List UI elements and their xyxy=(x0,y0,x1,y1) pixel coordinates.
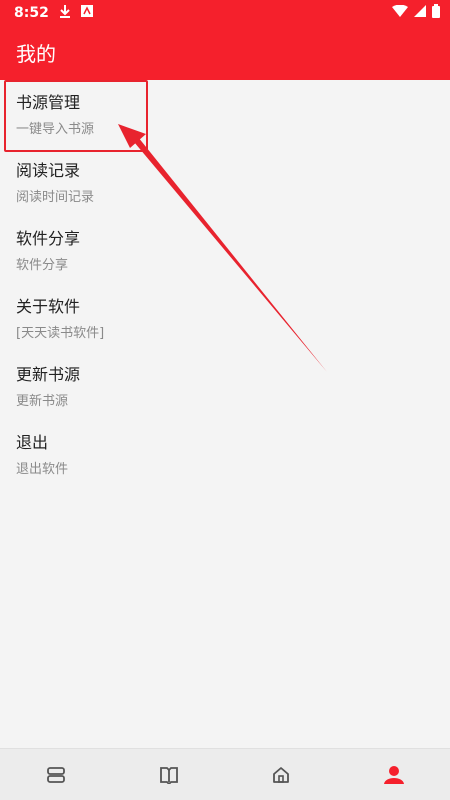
menu-item-subtitle: 阅读时间记录 xyxy=(16,190,95,205)
signal-icon xyxy=(414,5,426,21)
nav-book-button[interactable] xyxy=(139,749,199,800)
menu-item-title: 书源管理 xyxy=(16,93,81,112)
menu-item-share-app[interactable]: 软件分享 软件分享 xyxy=(0,216,450,284)
status-bar: 8:52 xyxy=(0,0,450,26)
menu-item-exit[interactable]: 退出 退出软件 xyxy=(0,420,450,488)
bottom-navigation xyxy=(0,748,450,800)
menu-item-subtitle: 退出软件 xyxy=(16,462,69,477)
shelf-icon xyxy=(47,766,66,783)
profile-icon xyxy=(383,765,404,784)
menu-item-title: 更新书源 xyxy=(16,365,81,384)
app-notification-icon xyxy=(80,5,93,21)
menu-item-title: 软件分享 xyxy=(16,229,81,248)
nav-home-button[interactable] xyxy=(251,749,311,800)
menu-item-about[interactable]: 关于软件 [天天读书软件] xyxy=(0,284,450,352)
menu-list: 书源管理 一键导入书源 阅读记录 阅读时间记录 软件分享 软件分享 关于软件 [… xyxy=(0,80,450,488)
menu-item-source-management[interactable]: 书源管理 一键导入书源 xyxy=(0,80,450,148)
page-title: 我的 xyxy=(16,42,56,66)
app-bar: 8:52 我的 xyxy=(0,0,450,80)
menu-item-update-source[interactable]: 更新书源 更新书源 xyxy=(0,352,450,420)
battery-icon xyxy=(432,4,440,22)
menu-item-title: 关于软件 xyxy=(16,297,81,316)
download-icon xyxy=(59,4,71,22)
nav-shelf-button[interactable] xyxy=(26,749,86,800)
menu-item-subtitle: 一键导入书源 xyxy=(16,122,95,137)
home-icon xyxy=(273,766,290,783)
menu-item-title: 阅读记录 xyxy=(16,161,81,180)
nav-profile-button[interactable] xyxy=(364,749,424,800)
menu-item-title: 退出 xyxy=(16,433,49,452)
status-time: 8:52 xyxy=(14,5,49,21)
book-icon xyxy=(159,766,178,784)
menu-item-reading-history[interactable]: 阅读记录 阅读时间记录 xyxy=(0,148,450,216)
menu-item-subtitle: [天天读书软件] xyxy=(16,326,105,341)
menu-item-subtitle: 软件分享 xyxy=(16,258,69,273)
wifi-icon xyxy=(392,4,408,21)
menu-item-subtitle: 更新书源 xyxy=(16,394,69,409)
